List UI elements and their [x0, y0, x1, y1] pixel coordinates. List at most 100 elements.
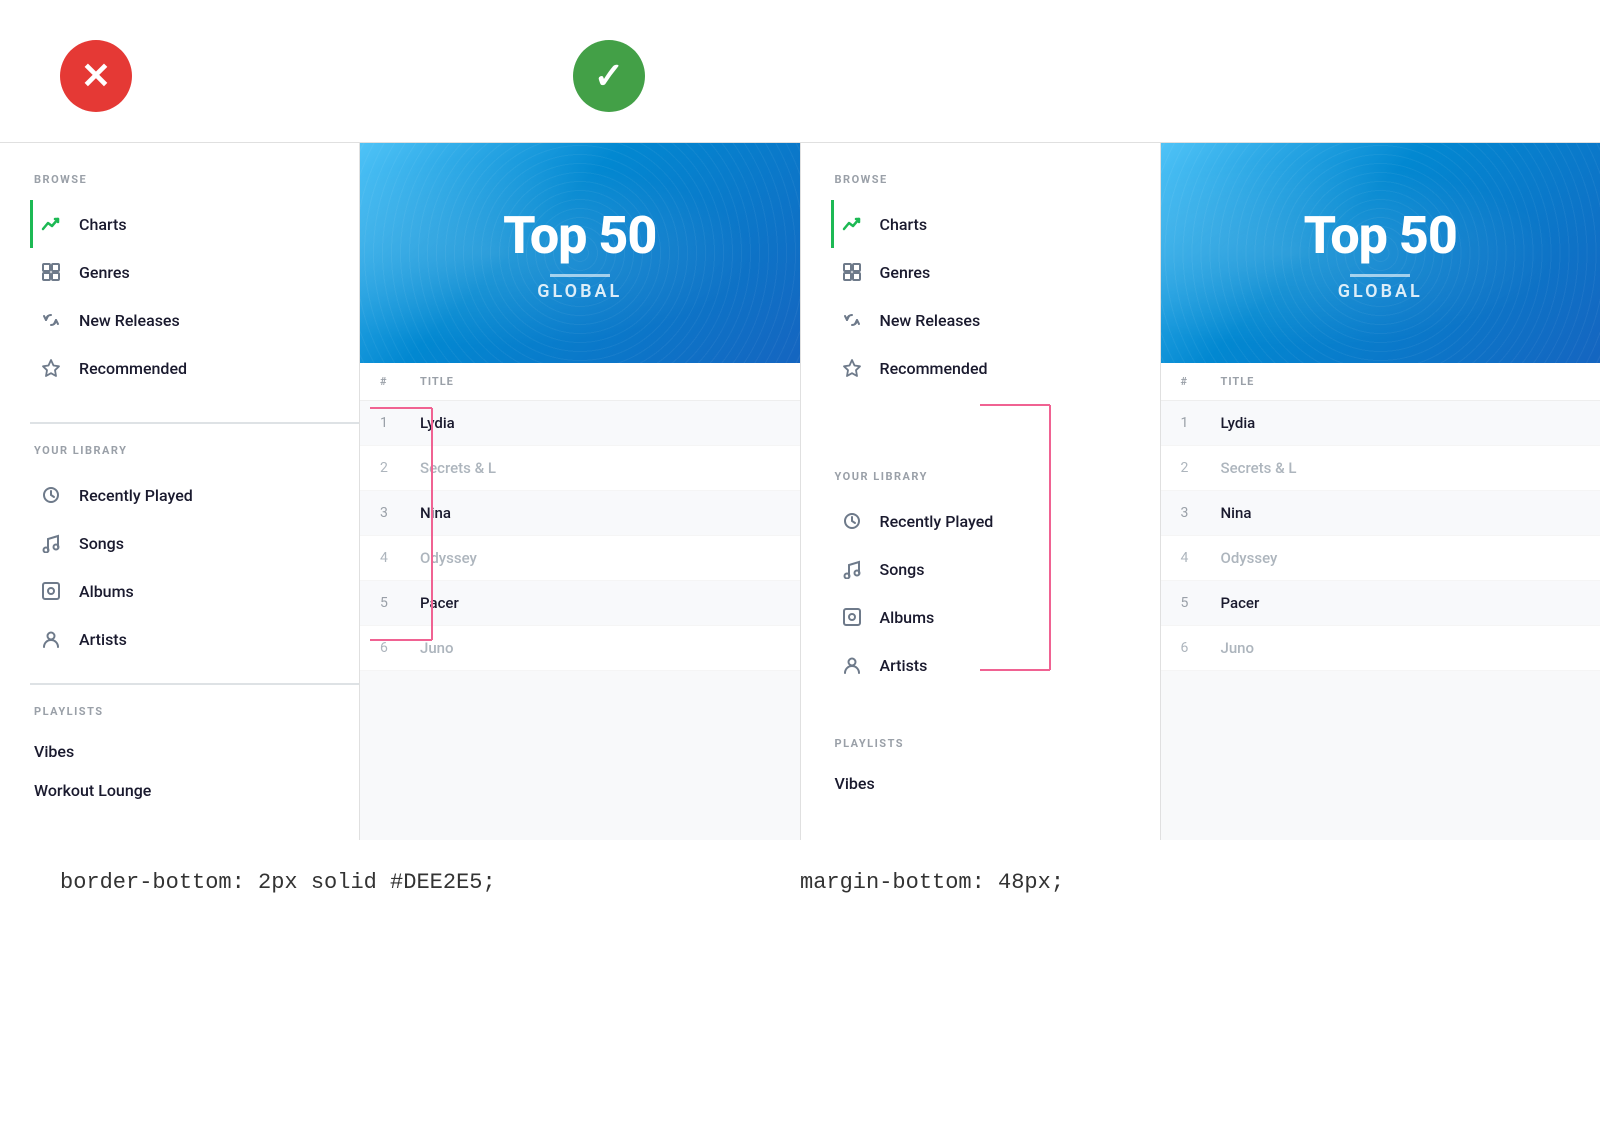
vibes-label-left: Vibes — [34, 742, 74, 761]
track-title-4-left: Odyssey — [420, 549, 780, 567]
track-num-3-right: 3 — [1181, 505, 1221, 521]
charts-icon-right — [838, 210, 866, 238]
sidebar-item-charts-left[interactable]: Charts — [30, 200, 359, 248]
recommended-label-right: Recommended — [880, 359, 988, 378]
track-row-2-right[interactable]: 2 Secrets & L — [1161, 446, 1600, 491]
correct-panel: BROWSE Charts — [801, 143, 1600, 840]
track-row-3-left[interactable]: 3 Nina — [360, 491, 800, 536]
sidebar-item-new-releases-left[interactable]: New Releases — [30, 296, 359, 344]
track-row-1-right[interactable]: 1 Lydia — [1161, 401, 1600, 446]
sidebar-item-recommended-right[interactable]: Recommended — [831, 344, 1160, 392]
sidebar-item-songs-right[interactable]: Songs — [831, 545, 1160, 593]
left-track-list: # TITLE 1 Lydia 2 Secrets & L 3 Nina 4 — [360, 363, 800, 671]
track-num-6-right: 6 — [1181, 640, 1221, 656]
track-title-4-right: Odyssey — [1221, 549, 1581, 567]
wrong-panel: BROWSE Charts — [0, 143, 801, 840]
correct-icon — [573, 40, 645, 112]
playlist-workout-left[interactable]: Workout Lounge — [30, 771, 359, 810]
right-banner: Top 50 GLOBAL — [1161, 143, 1600, 363]
sidebar-item-recommended-left[interactable]: Recommended — [30, 344, 359, 392]
browse-label-left: BROWSE — [30, 173, 359, 186]
genres-icon-left — [37, 258, 65, 286]
recently-played-icon-right — [838, 507, 866, 535]
right-global-text: GLOBAL — [1338, 281, 1423, 302]
track-row-6-left[interactable]: 6 Juno — [360, 626, 800, 671]
track-title-2-left: Secrets & L — [420, 459, 780, 477]
recommended-icon-right — [838, 354, 866, 382]
sidebar-item-songs-left[interactable]: Songs — [30, 519, 359, 567]
browse-label-right: BROWSE — [831, 173, 1160, 186]
track-num-1-left: 1 — [380, 415, 420, 431]
new-releases-label-right: New Releases — [880, 311, 981, 330]
sidebar-item-recently-played-right[interactable]: Recently Played — [831, 497, 1160, 545]
track-num-5-right: 5 — [1181, 595, 1221, 611]
right-track-list: # TITLE 1 Lydia 2 Secrets & L 3 Nina 4 — [1161, 363, 1600, 671]
genres-icon-right — [838, 258, 866, 286]
recently-played-icon-left — [37, 481, 65, 509]
artists-icon-right — [838, 651, 866, 679]
sidebar-item-new-releases-right[interactable]: New Releases — [831, 296, 1160, 344]
left-banner: Top 50 GLOBAL — [360, 143, 800, 363]
albums-icon-right — [838, 603, 866, 631]
right-banner-underline — [1350, 274, 1410, 277]
sidebar-item-artists-right[interactable]: Artists — [831, 641, 1160, 689]
right-track-header: # TITLE — [1161, 363, 1600, 401]
songs-icon-right — [838, 555, 866, 583]
right-sidebar: BROWSE Charts — [801, 143, 1161, 840]
new-releases-icon-right — [838, 306, 866, 334]
track-title-1-right: Lydia — [1221, 414, 1581, 432]
track-row-4-left[interactable]: 4 Odyssey — [360, 536, 800, 581]
sidebar-item-charts-right[interactable]: Charts — [831, 200, 1160, 248]
right-col-num-header: # — [1181, 375, 1221, 388]
charts-icon-left — [37, 210, 65, 238]
sidebar-item-albums-left[interactable]: Albums — [30, 567, 359, 615]
track-num-5-left: 5 — [380, 595, 420, 611]
playlist-vibes-right[interactable]: Vibes — [831, 764, 1160, 803]
track-title-6-right: Juno — [1221, 639, 1581, 657]
sidebar-item-genres-right[interactable]: Genres — [831, 248, 1160, 296]
workout-label-left: Workout Lounge — [34, 781, 151, 800]
left-global-text: GLOBAL — [537, 281, 622, 302]
left-col-title-header: TITLE — [420, 375, 780, 388]
track-row-6-right[interactable]: 6 Juno — [1161, 626, 1600, 671]
vibes-label-right: Vibes — [835, 774, 875, 793]
track-num-2-left: 2 — [380, 460, 420, 476]
track-row-4-right[interactable]: 4 Odyssey — [1161, 536, 1600, 581]
top-icons-row — [0, 0, 1600, 142]
left-main-content: Top 50 GLOBAL # TITLE 1 Lydia 2 Secrets … — [360, 143, 800, 840]
track-row-1-left[interactable]: 1 Lydia — [360, 401, 800, 446]
sidebar-item-recently-played-left[interactable]: Recently Played — [30, 471, 359, 519]
playlists-label-right: PLAYLISTS — [831, 737, 1160, 750]
track-row-5-left[interactable]: 5 Pacer — [360, 581, 800, 626]
track-row-5-right[interactable]: 5 Pacer — [1161, 581, 1600, 626]
track-row-3-right[interactable]: 3 Nina — [1161, 491, 1600, 536]
track-num-3-left: 3 — [380, 505, 420, 521]
left-track-header: # TITLE — [360, 363, 800, 401]
artists-icon-left — [37, 625, 65, 653]
playlist-vibes-left[interactable]: Vibes — [30, 732, 359, 771]
left-top50-text: Top 50 — [503, 205, 656, 266]
x-icon — [81, 55, 111, 97]
recommended-label-left: Recommended — [79, 359, 187, 378]
albums-label-right: Albums — [880, 608, 935, 627]
playlists-label-left: PLAYLISTS — [30, 683, 359, 718]
wrong-icon — [60, 40, 132, 112]
track-title-3-right: Nina — [1221, 504, 1581, 522]
sidebar-item-genres-left[interactable]: Genres — [30, 248, 359, 296]
recently-played-label-left: Recently Played — [79, 486, 193, 505]
left-banner-underline — [550, 274, 610, 277]
albums-label-left: Albums — [79, 582, 134, 601]
track-row-2-left[interactable]: 2 Secrets & L — [360, 446, 800, 491]
track-title-2-right: Secrets & L — [1221, 459, 1581, 477]
genres-label-right: Genres — [880, 263, 931, 282]
check-icon — [594, 55, 624, 97]
annotation-row: border-bottom: 2px solid #DEE2E5; margin… — [0, 840, 1600, 925]
right-top50-text: Top 50 — [1304, 205, 1457, 266]
artists-label-left: Artists — [79, 630, 127, 649]
sidebar-item-artists-left[interactable]: Artists — [30, 615, 359, 663]
sidebar-item-albums-right[interactable]: Albums — [831, 593, 1160, 641]
track-num-4-right: 4 — [1181, 550, 1221, 566]
track-num-1-right: 1 — [1181, 415, 1221, 431]
track-num-6-left: 6 — [380, 640, 420, 656]
right-col-title-header: TITLE — [1221, 375, 1581, 388]
